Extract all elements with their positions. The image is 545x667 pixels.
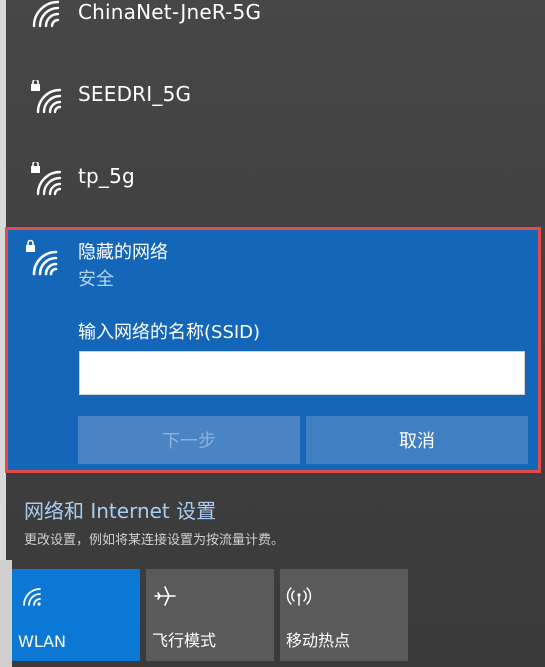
ssid-label: 输入网络的名称(SSID) — [78, 322, 261, 343]
settings-description: 更改设置，例如将某连接设置为按流量计费。 — [24, 533, 285, 548]
network-item-tp5g[interactable]: tp_5g — [6, 150, 545, 230]
left-edge-strip-lower — [0, 560, 12, 667]
network-name: ChinaNet-JneR-5G — [78, 0, 262, 24]
network-name: tp_5g — [78, 164, 135, 188]
network-item-chinanet[interactable]: ChinaNet-JneR-5G — [6, 0, 545, 62]
next-button[interactable]: 下一步 — [78, 416, 300, 464]
secured-wifi-icon — [26, 239, 58, 276]
wlan-toggle-tile[interactable]: WLAN — [12, 569, 140, 661]
tile-label: 移动热点 — [286, 631, 351, 650]
hidden-network-panel[interactable]: 隐藏的网络 安全 输入网络的名称(SSID) 下一步 取消 — [5, 227, 541, 473]
network-name: SEEDRI_5G — [78, 82, 192, 106]
wifi-icon — [23, 588, 41, 606]
network-item-seedri[interactable]: SEEDRI_5G — [6, 68, 545, 148]
tile-label: 飞行模式 — [152, 631, 217, 650]
tile-label: WLAN — [18, 632, 67, 651]
network-settings-link[interactable]: 网络和 Internet 设置 — [24, 495, 216, 524]
wifi-signal-icon — [32, 0, 60, 28]
cancel-button[interactable]: 取消 — [306, 416, 528, 464]
hidden-network-title: 隐藏的网络 — [78, 242, 168, 263]
ssid-input[interactable] — [79, 351, 525, 395]
secured-wifi-icon — [31, 162, 62, 196]
mobile-hotspot-tile[interactable]: 移动热点 — [280, 569, 408, 661]
airplane-icon — [154, 586, 176, 606]
airplane-mode-tile[interactable]: 飞行模式 — [146, 569, 274, 661]
hotspot-icon — [286, 587, 312, 606]
secured-wifi-icon — [31, 80, 62, 114]
security-status: 安全 — [78, 269, 114, 290]
